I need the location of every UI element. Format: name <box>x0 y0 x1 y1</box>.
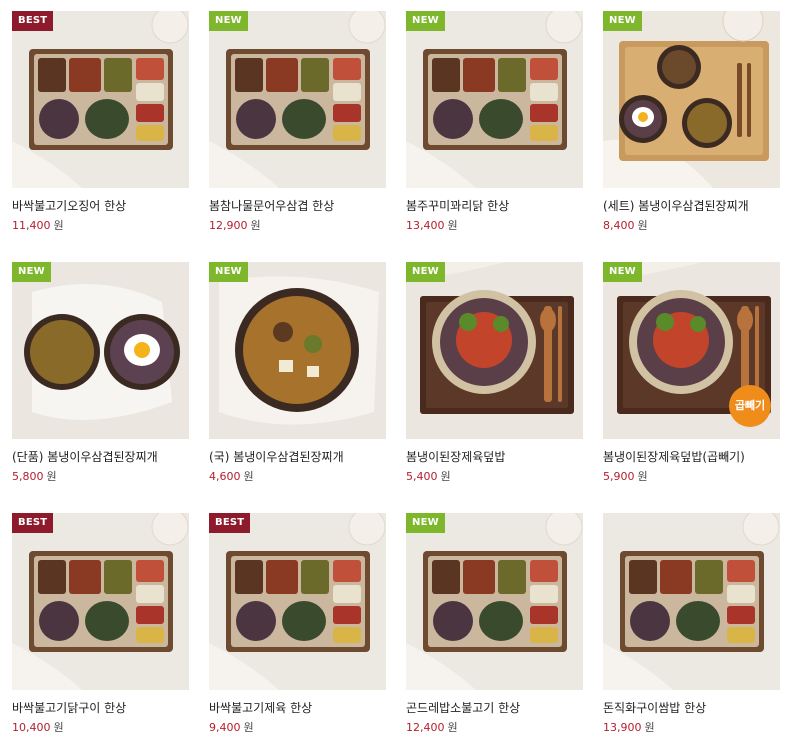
price-value: 5,900 <box>603 470 635 483</box>
product-card[interactable]: NEW 봄주꾸미꽈리닭 한상 13,400 원 <box>406 11 583 233</box>
product-name[interactable]: 봄참나물문어우삼겹 한상 <box>209 198 386 214</box>
new-badge: NEW <box>12 262 51 282</box>
price-currency: 원 <box>53 219 64 232</box>
product-image[interactable] <box>603 513 780 690</box>
price-currency: 원 <box>637 470 648 483</box>
product-name[interactable]: 곤드레밥소불고기 한상 <box>406 700 583 716</box>
product-name[interactable]: 바싹불고기닭구이 한상 <box>12 700 189 716</box>
food-photo <box>406 11 583 188</box>
product-image[interactable]: NEW <box>603 11 780 188</box>
price-value: 13,400 <box>406 219 445 232</box>
product-price: 13,900 원 <box>603 721 780 735</box>
product-card[interactable]: 돈직화구이쌈밥 한상 13,900 원 <box>603 513 780 735</box>
product-price: 12,900 원 <box>209 219 386 233</box>
product-name[interactable]: 돈직화구이쌈밥 한상 <box>603 700 780 716</box>
best-badge: BEST <box>209 513 251 533</box>
product-price: 8,400 원 <box>603 219 780 233</box>
product-card[interactable]: NEW 봄참나물문어우삼겹 한상 12,900 원 <box>209 11 386 233</box>
product-card[interactable]: NEW (단품) 봄냉이우삼겹된장찌개 5,800 원 <box>12 262 189 484</box>
new-badge: NEW <box>209 262 248 282</box>
product-card[interactable]: NEW 곱빼기봄냉이된장제육덮밥(곱빼기) 5,900 원 <box>603 262 780 484</box>
food-photo <box>209 11 386 188</box>
product-name[interactable]: 봄냉이된장제육덮밥(곱빼기) <box>603 449 780 465</box>
product-image[interactable]: NEW <box>406 513 583 690</box>
product-image[interactable]: NEW <box>12 262 189 439</box>
food-photo <box>12 513 189 690</box>
product-card[interactable]: NEW 곤드레밥소불고기 한상 12,400 원 <box>406 513 583 735</box>
large-size-sticker: 곱빼기 <box>729 385 771 427</box>
price-currency: 원 <box>46 470 57 483</box>
new-badge: NEW <box>406 262 445 282</box>
product-name[interactable]: (국) 봄냉이우삼겹된장찌개 <box>209 449 386 465</box>
food-photo <box>406 513 583 690</box>
price-currency: 원 <box>447 219 458 232</box>
product-image[interactable]: NEW <box>209 11 386 188</box>
product-card[interactable]: BEST 바싹불고기제육 한상 9,400 원 <box>209 513 386 735</box>
price-currency: 원 <box>644 721 655 734</box>
product-price: 10,400 원 <box>12 721 189 735</box>
best-badge: BEST <box>12 11 54 31</box>
price-value: 10,400 <box>12 721 51 734</box>
product-grid: BEST 바싹불고기오징어 한상 11,400 원 NEW 봄참나물문어우삼겹 한상 12… <box>0 0 800 737</box>
new-badge: NEW <box>406 513 445 533</box>
price-currency: 원 <box>637 219 648 232</box>
food-photo <box>209 513 386 690</box>
price-value: 8,400 <box>603 219 635 232</box>
price-currency: 원 <box>250 219 261 232</box>
product-image[interactable]: BEST <box>12 513 189 690</box>
price-value: 12,900 <box>209 219 248 232</box>
price-currency: 원 <box>440 470 451 483</box>
new-badge: NEW <box>603 11 642 31</box>
food-photo <box>12 11 189 188</box>
product-image[interactable]: NEW 곱빼기 <box>603 262 780 439</box>
product-image[interactable]: BEST <box>12 11 189 188</box>
product-name[interactable]: (단품) 봄냉이우삼겹된장찌개 <box>12 449 189 465</box>
price-currency: 원 <box>53 721 64 734</box>
product-price: 4,600 원 <box>209 470 386 484</box>
product-price: 11,400 원 <box>12 219 189 233</box>
product-price: 5,900 원 <box>603 470 780 484</box>
price-currency: 원 <box>243 470 254 483</box>
product-price: 12,400 원 <box>406 721 583 735</box>
product-name[interactable]: 봄주꾸미꽈리닭 한상 <box>406 198 583 214</box>
new-badge: NEW <box>209 11 248 31</box>
price-value: 13,900 <box>603 721 642 734</box>
product-image[interactable]: NEW <box>406 262 583 439</box>
price-value: 11,400 <box>12 219 51 232</box>
product-name[interactable]: (세트) 봄냉이우삼겹된장찌개 <box>603 198 780 214</box>
product-price: 13,400 원 <box>406 219 583 233</box>
product-image[interactable]: NEW <box>406 11 583 188</box>
product-card[interactable]: NEW 봄냉이된장제육덮밥 5,400 원 <box>406 262 583 484</box>
product-name[interactable]: 바싹불고기오징어 한상 <box>12 198 189 214</box>
new-badge: NEW <box>406 11 445 31</box>
price-currency: 원 <box>447 721 458 734</box>
food-photo <box>603 11 780 188</box>
product-name[interactable]: 봄냉이된장제육덮밥 <box>406 449 583 465</box>
price-value: 12,400 <box>406 721 445 734</box>
price-value: 5,800 <box>12 470 44 483</box>
product-name[interactable]: 바싹불고기제육 한상 <box>209 700 386 716</box>
food-photo <box>406 262 583 439</box>
food-photo <box>209 262 386 439</box>
product-image[interactable]: NEW <box>209 262 386 439</box>
product-card[interactable]: NEW (국) 봄냉이우삼겹된장찌개 4,600 원 <box>209 262 386 484</box>
product-price: 5,400 원 <box>406 470 583 484</box>
product-card[interactable]: BEST 바싹불고기닭구이 한상 10,400 원 <box>12 513 189 735</box>
price-value: 4,600 <box>209 470 241 483</box>
product-price: 5,800 원 <box>12 470 189 484</box>
price-value: 9,400 <box>209 721 241 734</box>
price-currency: 원 <box>243 721 254 734</box>
food-photo <box>603 513 780 690</box>
price-value: 5,400 <box>406 470 438 483</box>
product-card[interactable]: NEW (세트) 봄냉이우삼겹된장찌개 8,400 원 <box>603 11 780 233</box>
product-price: 9,400 원 <box>209 721 386 735</box>
best-badge: BEST <box>12 513 54 533</box>
product-image[interactable]: BEST <box>209 513 386 690</box>
product-card[interactable]: BEST 바싹불고기오징어 한상 11,400 원 <box>12 11 189 233</box>
new-badge: NEW <box>603 262 642 282</box>
food-photo <box>12 262 189 439</box>
